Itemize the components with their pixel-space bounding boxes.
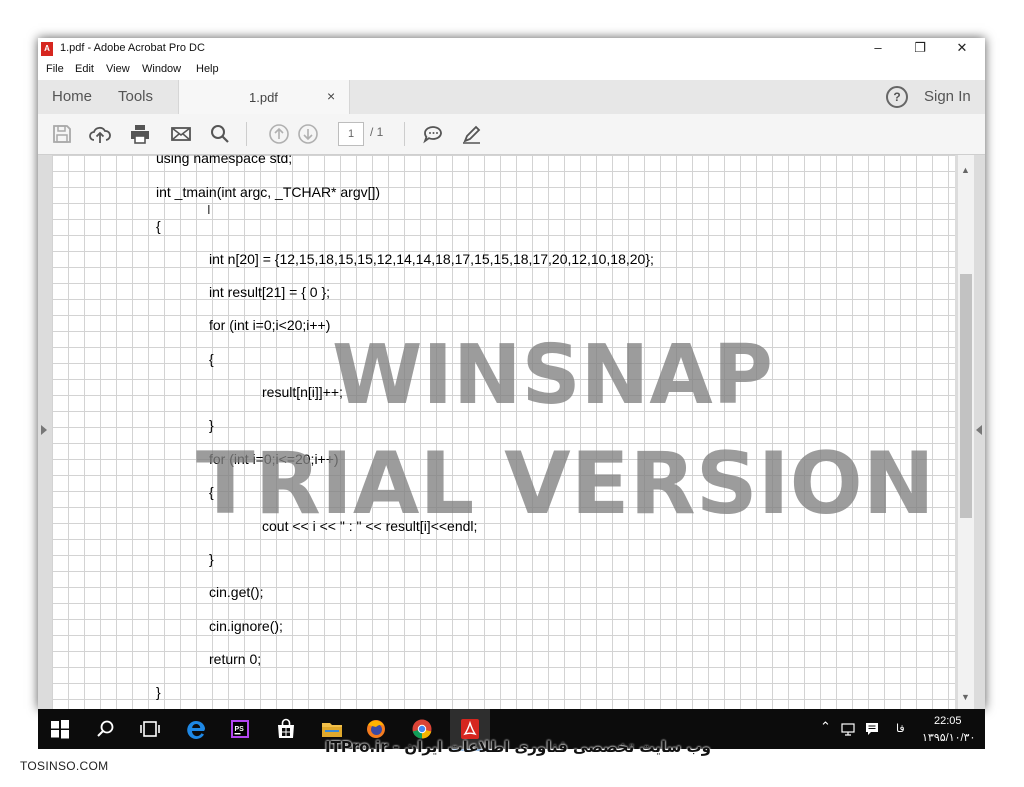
upload-icon[interactable]: [88, 122, 112, 146]
expand-right-panel-arrow[interactable]: [976, 425, 982, 435]
comment-icon[interactable]: [421, 122, 445, 146]
code-line: int n[20] = {12,15,18,15,15,12,14,14,18,…: [209, 251, 654, 267]
menu-edit[interactable]: Edit: [75, 63, 94, 75]
acrobat-app-icon: A: [41, 42, 53, 56]
search-icon[interactable]: [94, 717, 118, 741]
sign-in-button[interactable]: Sign In: [924, 88, 971, 105]
site-caption: ITPro.ir - وب سایت تخصصی فناوری اطلاعات …: [325, 738, 711, 756]
close-window-button[interactable]: ✕: [940, 38, 984, 60]
scroll-up-arrow[interactable]: ▲: [961, 165, 970, 175]
sign-icon[interactable]: [460, 122, 484, 146]
show-hidden-icons-icon[interactable]: ⌃: [820, 719, 831, 735]
windows-start-icon[interactable]: [48, 717, 72, 741]
menu-file[interactable]: File: [46, 63, 64, 75]
code-line: result[n[i]]++;: [262, 384, 343, 400]
code-line: for (int i=0;i<20;i++): [209, 317, 331, 333]
page-total: / 1: [370, 125, 384, 139]
code-line: {: [209, 484, 214, 500]
scrollbar-thumb[interactable]: [960, 274, 972, 518]
close-tab-button[interactable]: ×: [327, 88, 335, 104]
network-icon[interactable]: [840, 721, 856, 737]
action-center-icon[interactable]: [864, 721, 880, 737]
code-line: return 0;: [209, 651, 262, 667]
collapse-left-panel-arrow[interactable]: [41, 425, 47, 435]
input-language[interactable]: فا: [896, 722, 905, 735]
toolbar-divider: [246, 122, 247, 146]
email-icon[interactable]: [169, 122, 193, 146]
page-number-input[interactable]: 1: [338, 122, 364, 146]
menu-help[interactable]: Help: [196, 63, 219, 75]
menu-bar: File Edit View Window Help: [38, 60, 985, 80]
toolbar: 1 / 1: [38, 114, 985, 155]
page-up-icon[interactable]: [267, 122, 291, 146]
document-viewer[interactable]: using namespace std; int _tmain(int argc…: [38, 155, 985, 709]
phpstorm-icon[interactable]: PS: [228, 717, 252, 741]
menu-view[interactable]: View: [106, 63, 130, 75]
code-line: }: [156, 684, 161, 700]
code-line: int _tmain(int argc, _TCHAR* argv[]): [156, 184, 381, 200]
acrobat-window: A 1.pdf - Adobe Acrobat Pro DC – ❐ ✕ Fil…: [38, 38, 985, 709]
code-line: cout << i << " : " << result[i]<<endl;: [262, 518, 478, 534]
help-icon[interactable]: ?: [886, 86, 908, 108]
tab-bar: Home Tools 1.pdf ×: [38, 80, 985, 115]
code-line: for (int i=0;i<=20;i++): [209, 451, 339, 467]
code-line: cin.ignore();: [209, 618, 283, 634]
minimize-button[interactable]: –: [856, 38, 900, 60]
code-line: using namespace std;: [156, 155, 293, 166]
code-line: }: [209, 551, 214, 567]
toolbar-divider: [404, 122, 405, 146]
task-view-icon[interactable]: [138, 717, 162, 741]
clock-date[interactable]: ۱۳۹۵/۱۰/۳۰: [922, 731, 975, 744]
code-line: int result[21] = { 0 };: [209, 284, 331, 300]
tab-home[interactable]: Home: [52, 88, 92, 105]
text-cursor-icon: I: [207, 202, 211, 217]
search-icon[interactable]: [208, 122, 232, 146]
page-down-icon[interactable]: [296, 122, 320, 146]
print-icon[interactable]: [128, 122, 152, 146]
code-line: cin.get();: [209, 584, 264, 600]
pdf-page: using namespace std; int _tmain(int argc…: [52, 155, 955, 709]
site-watermark: TOSINSO.COM: [20, 759, 109, 773]
code-line: {: [209, 351, 214, 367]
clock-time[interactable]: 22:05: [934, 715, 962, 727]
menu-window[interactable]: Window: [142, 63, 181, 75]
tab-document[interactable]: 1.pdf ×: [178, 80, 350, 115]
code-line: }: [209, 417, 214, 433]
window-title: 1.pdf - Adobe Acrobat Pro DC: [60, 42, 205, 54]
title-bar: A 1.pdf - Adobe Acrobat Pro DC – ❐ ✕: [38, 38, 985, 60]
edge-icon[interactable]: [184, 717, 208, 741]
maximize-button[interactable]: ❐: [898, 38, 942, 60]
scroll-down-arrow[interactable]: ▼: [961, 692, 970, 702]
code-listing: using namespace std; int _tmain(int argc…: [52, 155, 955, 709]
save-icon[interactable]: [50, 122, 74, 146]
svg-text:PS: PS: [235, 726, 245, 733]
store-icon[interactable]: [274, 717, 298, 741]
document-tab-label: 1.pdf: [249, 90, 278, 105]
tab-tools[interactable]: Tools: [118, 88, 153, 105]
code-line: {: [156, 218, 161, 234]
